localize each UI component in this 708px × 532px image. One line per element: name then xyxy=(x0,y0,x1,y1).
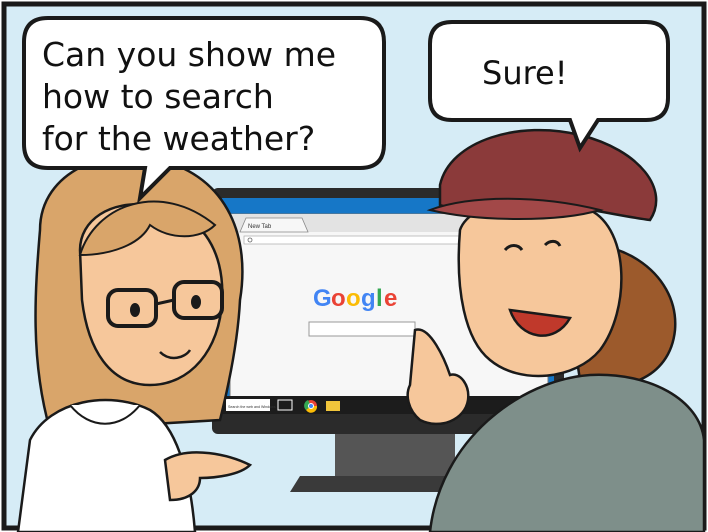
logo-letter-4: g xyxy=(361,285,376,312)
logo-letter-3: o xyxy=(346,285,361,312)
logo-letter-6: e xyxy=(384,285,397,312)
logo-letter-1: G xyxy=(313,285,332,312)
file-explorer-icon[interactable] xyxy=(326,401,340,411)
taskbar-search-text: Search the web and Windows xyxy=(228,405,276,409)
comic-panel: New Tab G o o g l e Search the web and W… xyxy=(1,1,707,532)
bubble-left-line-3: for the weather? xyxy=(42,119,315,158)
logo-letter-2: o xyxy=(331,285,346,312)
bubble-right-text: Sure! xyxy=(482,54,568,92)
bubble-left-line-1: Can you show me xyxy=(42,35,336,74)
logo-letter-5: l xyxy=(376,285,383,312)
left-character xyxy=(16,154,253,532)
tab-label: New Tab xyxy=(248,224,272,230)
bubble-left-line-2: how to search xyxy=(42,77,274,116)
google-search-box[interactable] xyxy=(308,321,416,337)
google-logo: G o o g l e xyxy=(313,285,397,312)
